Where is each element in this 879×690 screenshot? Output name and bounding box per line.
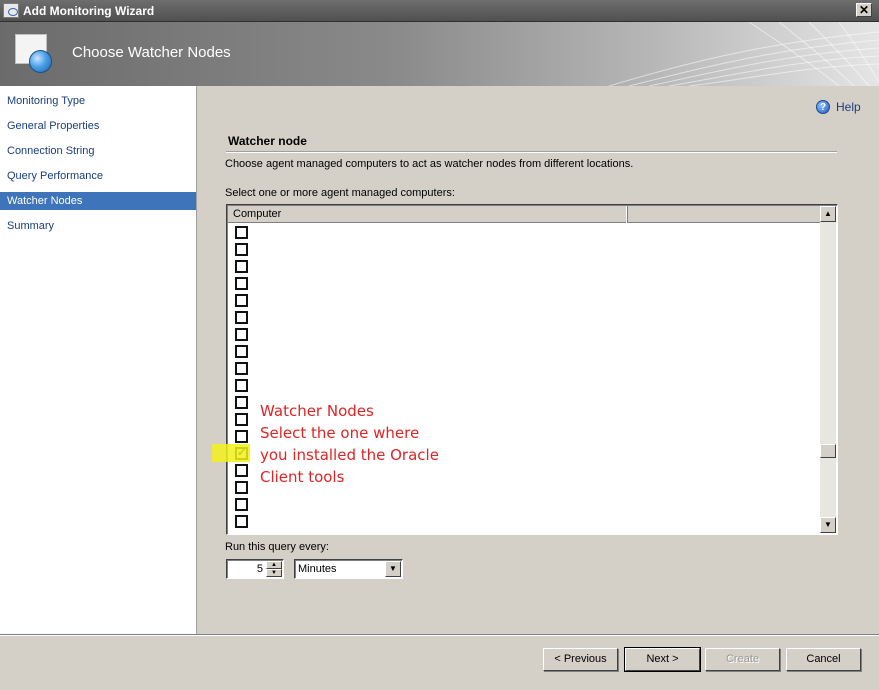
page-heading: Choose Watcher Nodes bbox=[72, 44, 231, 61]
section-description: Choose agent managed computers to act as… bbox=[225, 158, 634, 170]
annotation-line: you installed the Oracle bbox=[260, 446, 439, 464]
checkbox[interactable] bbox=[235, 464, 248, 477]
checkbox[interactable] bbox=[235, 345, 248, 358]
annotation-line: Client tools bbox=[260, 468, 345, 486]
annotation-highlight bbox=[212, 444, 250, 462]
step-watcher-nodes[interactable]: Watcher Nodes bbox=[0, 192, 196, 210]
checkbox[interactable] bbox=[235, 311, 248, 324]
checkbox[interactable] bbox=[235, 481, 248, 494]
list-item[interactable] bbox=[228, 360, 822, 377]
spin-up-button[interactable]: ▲ bbox=[266, 561, 282, 569]
column-header-blank[interactable] bbox=[628, 206, 822, 223]
wizard-banner: Choose Watcher Nodes bbox=[0, 22, 879, 86]
step-general-properties[interactable]: General Properties bbox=[0, 117, 196, 135]
annotation-text: Watcher Nodes Select the one where you i… bbox=[260, 400, 439, 488]
checkbox[interactable] bbox=[235, 260, 248, 273]
list-item[interactable] bbox=[228, 224, 822, 241]
list-item[interactable] bbox=[228, 292, 822, 309]
wizard-steps-sidebar: Monitoring Type General Properties Conne… bbox=[0, 86, 197, 634]
checkbox[interactable] bbox=[235, 277, 248, 290]
list-item[interactable] bbox=[228, 343, 822, 360]
globe-icon bbox=[29, 50, 52, 73]
list-item[interactable] bbox=[228, 241, 822, 258]
computer-list-header: Computer bbox=[228, 206, 822, 223]
scroll-up-button[interactable]: ▲ bbox=[820, 206, 836, 222]
close-button[interactable]: ✕ bbox=[856, 3, 872, 17]
vertical-scrollbar[interactable]: ▲ ▼ bbox=[820, 206, 836, 533]
checkbox[interactable] bbox=[235, 396, 248, 409]
scroll-thumb[interactable] bbox=[820, 444, 836, 458]
interval-stepper[interactable]: 5 ▲ ▼ bbox=[226, 559, 284, 579]
create-button[interactable]: Create bbox=[705, 648, 780, 671]
previous-button[interactable]: < Previous bbox=[543, 648, 618, 671]
chevron-down-icon[interactable]: ▼ bbox=[385, 561, 401, 577]
cancel-button[interactable]: Cancel bbox=[786, 648, 861, 671]
next-button[interactable]: Next > bbox=[624, 647, 701, 672]
help-link[interactable]: ? Help bbox=[816, 100, 861, 114]
checkbox[interactable] bbox=[235, 226, 248, 239]
step-summary[interactable]: Summary bbox=[0, 217, 196, 235]
annotation-line: Watcher Nodes bbox=[260, 402, 374, 420]
list-item[interactable] bbox=[228, 496, 822, 513]
footer-divider bbox=[0, 634, 879, 636]
run-interval-label: Run this query every: bbox=[225, 541, 329, 553]
step-monitoring-type[interactable]: Monitoring Type bbox=[0, 92, 196, 110]
interval-spin: ▲ ▼ bbox=[266, 561, 282, 577]
title-bar: Add Monitoring Wizard ✕ bbox=[0, 0, 879, 22]
wizard-content: ? Help Watcher node Choose agent managed… bbox=[197, 86, 879, 634]
column-header-computer[interactable]: Computer bbox=[228, 206, 628, 223]
checkbox[interactable] bbox=[235, 362, 248, 375]
checkbox[interactable] bbox=[235, 498, 248, 511]
checkbox[interactable] bbox=[235, 430, 248, 443]
checkbox[interactable] bbox=[235, 328, 248, 341]
window-title: Add Monitoring Wizard bbox=[23, 4, 155, 18]
checkbox[interactable] bbox=[235, 515, 248, 528]
help-label: Help bbox=[836, 100, 861, 114]
list-item[interactable] bbox=[228, 258, 822, 275]
spin-down-button[interactable]: ▼ bbox=[266, 569, 282, 577]
step-connection-string[interactable]: Connection String bbox=[0, 142, 196, 160]
annotation-line: Select the one where bbox=[260, 424, 420, 442]
banner-wave-graphic bbox=[608, 22, 879, 86]
interval-value[interactable]: 5 bbox=[257, 563, 263, 575]
help-icon: ? bbox=[816, 100, 830, 114]
section-title: Watcher node bbox=[228, 134, 307, 148]
checkbox[interactable] bbox=[235, 294, 248, 307]
list-item[interactable] bbox=[228, 275, 822, 292]
interval-unit-value: Minutes bbox=[298, 563, 337, 575]
checkbox[interactable] bbox=[235, 379, 248, 392]
list-item[interactable] bbox=[228, 377, 822, 394]
step-query-performance[interactable]: Query Performance bbox=[0, 167, 196, 185]
list-item[interactable] bbox=[228, 513, 822, 530]
section-divider bbox=[226, 151, 837, 153]
scroll-down-button[interactable]: ▼ bbox=[820, 517, 836, 533]
list-item[interactable] bbox=[228, 309, 822, 326]
interval-unit-select[interactable]: Minutes ▼ bbox=[294, 559, 403, 579]
wizard-app-icon bbox=[3, 3, 19, 18]
checkbox[interactable] bbox=[235, 243, 248, 256]
list-item[interactable] bbox=[228, 326, 822, 343]
checkbox[interactable] bbox=[235, 413, 248, 426]
computer-list-label: Select one or more agent managed compute… bbox=[225, 187, 455, 199]
